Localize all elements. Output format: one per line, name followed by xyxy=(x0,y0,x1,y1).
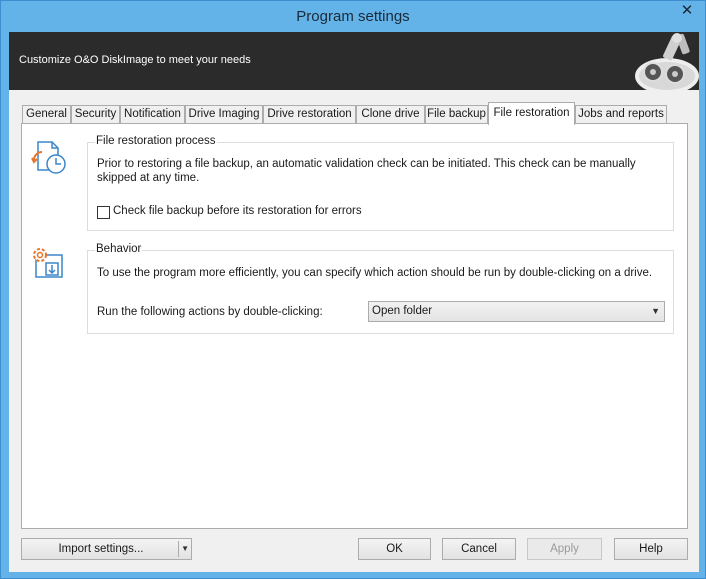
tab-general[interactable]: General xyxy=(22,105,71,124)
split-button-divider xyxy=(178,541,179,557)
tab-jobs-and-reports[interactable]: Jobs and reports xyxy=(575,105,667,124)
file-restore-clock-icon xyxy=(31,141,66,174)
check-file-backup-label[interactable]: Check file backup before its restoration… xyxy=(113,205,362,217)
behavior-description: To use the program more efficiently, you… xyxy=(97,267,653,279)
tab-file-backup[interactable]: File backup xyxy=(425,105,488,124)
behavior-group: Behavior To use the program more efficie… xyxy=(87,243,674,334)
close-icon[interactable]: ✕ xyxy=(673,1,701,21)
import-settings-button[interactable]: Import settings... ▼ xyxy=(21,538,192,560)
dialog-client-area: Customize O&O DiskImage to meet your nee… xyxy=(9,32,699,572)
banner-text: Customize O&O DiskImage to meet your nee… xyxy=(19,54,251,66)
tab-panel-file-restoration: File restoration process Prior to restor… xyxy=(21,123,688,529)
double-click-action-label: Run the following actions by double-clic… xyxy=(97,306,323,318)
double-click-action-value: Open folder xyxy=(372,305,433,317)
import-settings-label: Import settings... xyxy=(58,543,144,555)
gear-window-icon xyxy=(33,248,63,278)
group-title-file-restoration: File restoration process xyxy=(95,135,217,147)
file-restoration-process-group: File restoration process Prior to restor… xyxy=(87,135,674,231)
chevron-down-icon[interactable]: ▼ xyxy=(181,539,189,559)
cancel-button[interactable]: Cancel xyxy=(442,538,516,560)
file-restoration-description: Prior to restoring a file backup, an aut… xyxy=(97,158,636,184)
tab-drive-restoration[interactable]: Drive restoration xyxy=(263,105,356,124)
header-banner: Customize O&O DiskImage to meet your nee… xyxy=(9,32,699,90)
window-title: Program settings xyxy=(296,8,410,25)
double-click-action-select[interactable]: Open folder ▼ xyxy=(368,301,665,322)
apply-button[interactable]: Apply xyxy=(527,538,602,560)
tab-drive-imaging[interactable]: Drive Imaging xyxy=(185,105,263,124)
drives-robot-icon xyxy=(635,33,699,90)
title-bar[interactable]: Program settings ✕ xyxy=(1,1,705,32)
check-file-backup-checkbox[interactable] xyxy=(97,206,110,219)
group-title-behavior: Behavior xyxy=(95,243,143,255)
tab-security[interactable]: Security xyxy=(71,105,120,124)
help-button[interactable]: Help xyxy=(614,538,688,560)
ok-button[interactable]: OK xyxy=(358,538,431,560)
tab-clone-drive[interactable]: Clone drive xyxy=(356,105,425,124)
chevron-down-icon: ▼ xyxy=(651,306,660,316)
tab-file-restoration[interactable]: File restoration xyxy=(488,102,575,125)
program-settings-window: Program settings ✕ Customize O&O DiskIma… xyxy=(0,0,706,579)
tab-notification[interactable]: Notification xyxy=(120,105,185,124)
